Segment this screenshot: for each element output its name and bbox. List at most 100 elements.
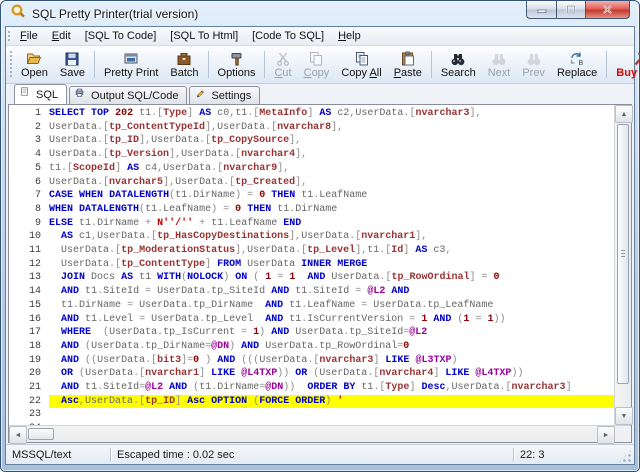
- code-line[interactable]: 21 AND t1.SiteId=@L2 AND (t1.DirName=@DN…: [9, 381, 614, 395]
- menu-item-code-to-sql[interactable]: [Code To SQL]: [245, 29, 331, 43]
- line-number: 9: [34, 217, 41, 229]
- toolbar-separator: [94, 51, 95, 78]
- toolbar-button-label: Copy: [303, 67, 330, 79]
- status-cursor-position: 22: 3: [520, 448, 545, 461]
- code-text: SELECT TOP 202 t1.[Type] AS c0,t1.[MetaI…: [49, 108, 482, 119]
- code-text: AS c1,UserData.[tp_HasCopyDestinations],…: [61, 231, 428, 243]
- line-number: 5: [34, 162, 41, 174]
- toolbar-button-label: Buy Now: [616, 67, 640, 79]
- line-number: 1: [34, 108, 41, 119]
- vertical-scroll-track[interactable]: [615, 385, 631, 407]
- copy-all-icon: [354, 50, 370, 67]
- close-button[interactable]: [585, 1, 630, 19]
- menu-item-help[interactable]: Help: [331, 29, 368, 43]
- menu-item-sql-to-html[interactable]: [SQL To Html]: [163, 29, 245, 43]
- code-text: WHERE (UserData.tp_IsCurrent = 1) AND Us…: [61, 327, 428, 339]
- paste-button[interactable]: Paste: [388, 47, 428, 82]
- code-line[interactable]: 7 CASE WHEN DATALENGTH(t1.DirName) = 0 TH…: [9, 189, 614, 203]
- code-line[interactable]: 9 ELSE t1.DirName + N''/'' + t1.LeafName …: [9, 217, 614, 231]
- line-number: 18: [28, 340, 41, 352]
- toolbar-button-label: Open: [21, 67, 48, 79]
- toolbar-grip[interactable]: [9, 51, 13, 77]
- minimize-button[interactable]: [526, 1, 556, 19]
- code-line[interactable]: 20 OR (UserData.[nvarchar1] LIKE @L4TXP)…: [9, 367, 614, 381]
- code-text: AND ((UserData.[bit3]=0 ) AND (((UserDat…: [61, 354, 458, 366]
- menu-item-edit[interactable]: Edit: [45, 29, 78, 43]
- horizontal-scroll-track[interactable]: [55, 426, 597, 442]
- maximize-button[interactable]: [556, 1, 585, 19]
- search-icon: [450, 50, 466, 67]
- vertical-scroll-thumb[interactable]: [617, 124, 629, 384]
- code-text: Asc,UserData.[tp_ID] Asc OPTION (FORCE O…: [49, 394, 614, 409]
- cut-button: Cut: [268, 47, 297, 82]
- toolbar-separator: [430, 51, 432, 78]
- code-text: UserData.[tp_ID],UserData.[tp_CopySource…: [49, 135, 302, 147]
- code-text: UserData.[tp_ContentTypeId],UserData.[nv…: [49, 121, 344, 133]
- toolbar-button-label: Search: [440, 67, 476, 79]
- code-line[interactable]: 16 AND t1.Level = UserData.tp_Level AND …: [9, 313, 614, 327]
- batch-icon: [176, 50, 192, 67]
- options-icon: [229, 50, 245, 67]
- app-window: SQL Pretty Printer(trial version) File Ed…: [0, 0, 640, 472]
- pretty-print-button[interactable]: Pretty Print: [98, 47, 164, 82]
- code-line[interactable]: 12 UserData.[tp_ContentType] FROM UserDa…: [9, 258, 614, 272]
- scroll-up-button[interactable]: ▲: [615, 105, 633, 123]
- tab-bar: SQL Output SQL/Code Settings: [6, 84, 634, 104]
- next-icon: [491, 50, 507, 67]
- batch-button[interactable]: Batch: [164, 47, 204, 82]
- sql-doc-icon: [20, 87, 32, 102]
- code-line[interactable]: 2 UserData.[tp_ContentTypeId],UserData.[n…: [9, 121, 614, 135]
- sql-code-editor[interactable]: 1 SELECT TOP 202 t1.[Type] AS c0,t1.[Meta…: [9, 105, 614, 425]
- copy-all-button[interactable]: Copy All: [335, 47, 387, 82]
- toolbar-separator: [207, 51, 209, 78]
- options-button[interactable]: Options: [212, 47, 262, 82]
- code-line[interactable]: 3 UserData.[tp_ID],UserData.[tp_CopySourc…: [9, 134, 614, 148]
- line-number: 15: [28, 299, 41, 311]
- line-number: 10: [28, 231, 41, 243]
- scroll-left-button[interactable]: ◄: [9, 426, 27, 444]
- line-number: 3: [34, 135, 41, 147]
- save-button[interactable]: Save: [54, 47, 91, 82]
- code-text: AND t1.Level = UserData.tp_Level AND t1.…: [61, 313, 506, 325]
- menu-item-sql-to-code[interactable]: [SQL To Code]: [78, 29, 164, 43]
- menubar-grip[interactable]: [7, 30, 11, 42]
- toolbar: Open Save Pretty Print Batch Options Cut Copy C…: [6, 46, 640, 84]
- horizontal-scroll-thumb[interactable]: [28, 428, 54, 440]
- scroll-right-button[interactable]: ►: [597, 426, 615, 444]
- horizontal-scrollbar[interactable]: ◄ ►: [9, 426, 615, 444]
- code-line[interactable]: 14 AND t1.SiteId = UserData.tp_SiteId AN…: [9, 285, 614, 299]
- code-line-highlighted[interactable]: 22 Asc,UserData.[tp_ID] Asc OPTION (FORC…: [9, 394, 614, 409]
- search-button[interactable]: Search: [435, 47, 482, 82]
- code-line[interactable]: 5 t1.[ScopeId] AS c4,UserData.[nvarchar9]…: [9, 162, 614, 176]
- toolbar-button-label: Options: [217, 67, 256, 79]
- code-line[interactable]: 15 t1.DirName = UserData.tp_DirName AND …: [9, 299, 614, 313]
- code-line[interactable]: 19 AND ((UserData.[bit3]=0 ) AND (((User…: [9, 354, 614, 368]
- code-line[interactable]: 17 WHERE (UserData.tp_IsCurrent = 1) AND…: [9, 326, 614, 340]
- window-title: SQL Pretty Printer(trial version): [32, 6, 199, 21]
- open-folder-icon: [26, 50, 42, 67]
- code-line[interactable]: 1 SELECT TOP 202 t1.[Type] AS c0,t1.[Meta…: [9, 107, 614, 121]
- line-number: 12: [28, 258, 41, 270]
- toolbar-button-label: Save: [59, 67, 85, 79]
- code-line[interactable]: 8 WHEN DATALENGTH(t1.LeafName) = 0 THEN t…: [9, 203, 614, 217]
- toolbar-button-label: Prev: [522, 67, 545, 79]
- code-line[interactable]: 11 UserData.[tp_ModerationStatus],UserDa…: [9, 244, 614, 258]
- code-line[interactable]: 10 AS c1,UserData.[tp_HasCopyDestination…: [9, 230, 614, 244]
- resize-grip[interactable]: [618, 449, 632, 463]
- code-line[interactable]: 4 UserData.[tp_Version],UserData.[nvarcha…: [9, 148, 614, 162]
- code-line[interactable]: 18 AND (UserData.tp_DirName=@DN) AND Use…: [9, 340, 614, 354]
- code-line[interactable]: 23: [9, 408, 614, 422]
- thumb-grip: [621, 250, 625, 258]
- tab-settings[interactable]: Settings: [189, 86, 261, 104]
- buy-now-button[interactable]: Buy Now: [610, 47, 640, 82]
- replace-button[interactable]: B Replace: [551, 47, 603, 82]
- code-line[interactable]: 6 UserData.[nvarchar5],UserData.[tp_Creat…: [9, 176, 614, 190]
- tab-sql[interactable]: SQL: [14, 84, 68, 104]
- output-icon: [75, 88, 87, 103]
- tab-output-sql-code[interactable]: Output SQL/Code: [69, 86, 188, 104]
- scroll-down-button[interactable]: ▼: [615, 407, 633, 425]
- vertical-scrollbar[interactable]: ▲ ▼: [614, 105, 633, 425]
- menu-item-file[interactable]: File: [13, 29, 45, 43]
- open-button[interactable]: Open: [15, 47, 54, 82]
- code-line[interactable]: 13 JOIN Docs AS t1 WITH(NOLOCK) ON ( 1 =…: [9, 271, 614, 285]
